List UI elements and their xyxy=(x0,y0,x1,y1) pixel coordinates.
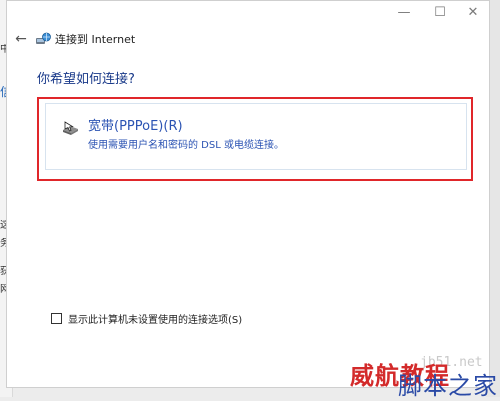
connect-to-internet-dialog: — ☐ ✕ ← 连接到 Internet 你希望如何连接? 宽带(PPPoE)(… xyxy=(6,0,490,388)
title-bar: — ☐ ✕ xyxy=(7,1,489,27)
watermark-text-blue: 脚本之家 xyxy=(398,372,498,400)
network-globe-icon xyxy=(36,32,51,44)
minimize-button[interactable]: — xyxy=(389,1,419,25)
checkbox-label: 显示此计算机未设置使用的连接选项(S) xyxy=(68,315,243,326)
broadband-pppoe-option[interactable]: 宽带(PPPoE)(R) 使用需要用户名和密码的 DSL 或电缆连接。 xyxy=(45,103,467,170)
maximize-button[interactable]: ☐ xyxy=(425,1,455,25)
close-button[interactable]: ✕ xyxy=(458,1,488,25)
option-title: 宽带(PPPoE)(R) xyxy=(88,119,183,134)
page-heading: 你希望如何连接? xyxy=(37,72,135,87)
wizard-header: ← 连接到 Internet xyxy=(7,27,489,51)
option-description: 使用需要用户名和密码的 DSL 或电缆连接。 xyxy=(88,140,284,151)
back-button[interactable]: ← xyxy=(11,29,31,49)
broadband-modem-icon xyxy=(63,121,78,135)
show-unsetup-options-checkbox[interactable] xyxy=(51,313,62,324)
wizard-title: 连接到 Internet xyxy=(55,33,136,46)
